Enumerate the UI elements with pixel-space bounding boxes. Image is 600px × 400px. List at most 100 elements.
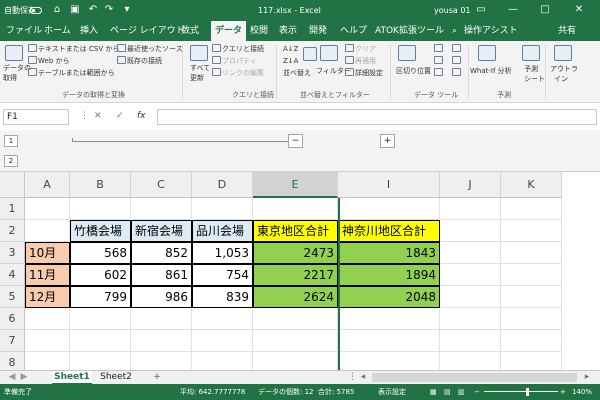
cell[interactable] xyxy=(440,352,501,370)
clear-button[interactable]: クリア xyxy=(345,44,376,54)
tab-insert[interactable]: 挿入 xyxy=(80,21,98,41)
tab-review[interactable]: 校閲 xyxy=(250,21,268,41)
data-cell[interactable]: 2624 xyxy=(253,286,338,308)
tab-developer[interactable]: 開発 xyxy=(309,21,327,41)
cell[interactable] xyxy=(70,352,131,370)
cell[interactable] xyxy=(25,198,70,220)
column-header-e[interactable]: E xyxy=(253,172,338,198)
from-web-button[interactable]: Web から xyxy=(28,56,70,66)
data-cell[interactable]: 568 xyxy=(70,242,131,264)
hscroll-right-icon[interactable]: ▸ xyxy=(582,371,592,385)
forecast-sheet-icon[interactable] xyxy=(522,45,540,61)
table-header-cell[interactable]: 竹橋会場 xyxy=(70,220,131,242)
cell[interactable] xyxy=(501,308,562,330)
outline-label-2[interactable]: イン xyxy=(554,74,568,84)
data-cell[interactable]: 2217 xyxy=(253,264,338,286)
enter-icon[interactable]: ✓ xyxy=(116,111,124,121)
existing-connections-button[interactable]: 既存の接続 xyxy=(117,56,162,66)
select-all-corner[interactable] xyxy=(0,172,25,198)
tab-formulas[interactable]: 数式 xyxy=(181,21,199,41)
column-header-i[interactable]: I xyxy=(338,172,440,198)
month-cell[interactable]: 12月 xyxy=(25,286,70,308)
data-cell[interactable]: 852 xyxy=(131,242,192,264)
home-icon[interactable]: ⌂ xyxy=(50,3,64,17)
cell[interactable] xyxy=(131,308,192,330)
cell[interactable] xyxy=(501,242,562,264)
add-sheet-button[interactable]: + xyxy=(150,371,164,385)
search-icon[interactable]: ⌕ xyxy=(452,21,457,41)
close-button[interactable]: ✕ xyxy=(572,3,586,17)
page-layout-view-icon[interactable]: ▤ xyxy=(444,384,451,400)
from-table-button[interactable]: テーブルまたは範囲から xyxy=(28,68,115,78)
cell[interactable] xyxy=(440,264,501,286)
tab-atok[interactable]: ATOK拡張ツール xyxy=(375,21,444,41)
cell[interactable] xyxy=(131,352,192,370)
cell[interactable] xyxy=(253,308,338,330)
data-validation-icon[interactable] xyxy=(434,68,444,78)
cell[interactable] xyxy=(253,330,338,352)
row-header-5[interactable]: 5 xyxy=(0,286,25,308)
undo-icon[interactable]: ↶ xyxy=(86,3,100,17)
sheet-tab-2[interactable]: Sheet2 xyxy=(95,371,137,385)
user-name[interactable]: yousa 01 xyxy=(434,5,471,16)
data-cell[interactable]: 2473 xyxy=(253,242,338,264)
sort-icon[interactable] xyxy=(303,47,317,61)
from-text-csv-button[interactable]: テキストまたは CSV から xyxy=(28,44,119,54)
insert-function-icon[interactable]: fx xyxy=(137,111,146,121)
data-cell[interactable]: 799 xyxy=(70,286,131,308)
page-break-view-icon[interactable]: ▥ xyxy=(458,384,465,400)
name-box[interactable]: F1 xyxy=(3,109,69,125)
cell[interactable] xyxy=(70,198,131,220)
redo-icon[interactable]: ↷ xyxy=(102,3,116,17)
get-data-label-2[interactable]: 取得 xyxy=(3,73,17,83)
cell[interactable] xyxy=(70,308,131,330)
cell[interactable] xyxy=(25,330,70,352)
table-header-cell[interactable]: 神奈川地区合計 xyxy=(338,220,440,242)
display-settings-button[interactable]: 表示設定 xyxy=(378,384,406,400)
properties-button[interactable]: プロパティ xyxy=(212,56,257,66)
outline-collapse-button[interactable]: − xyxy=(288,134,303,148)
cell[interactable] xyxy=(253,198,338,220)
cell[interactable] xyxy=(440,330,501,352)
cell[interactable] xyxy=(25,352,70,370)
tab-view[interactable]: 表示 xyxy=(279,21,297,41)
table-header-cell[interactable]: 品川会場 xyxy=(192,220,253,242)
ribbon-display-icon[interactable]: ▭ xyxy=(474,3,488,17)
row-header-7[interactable]: 7 xyxy=(0,330,25,352)
cell[interactable] xyxy=(25,220,70,242)
get-data-label-1[interactable]: データの xyxy=(3,63,31,73)
formula-input[interactable] xyxy=(157,109,597,125)
refresh-all-icon[interactable] xyxy=(190,45,208,61)
filter-icon[interactable] xyxy=(320,45,338,61)
save-icon[interactable]: ▣ xyxy=(68,3,82,17)
data-cell[interactable]: 986 xyxy=(131,286,192,308)
minimize-button[interactable]: — xyxy=(506,3,520,17)
row-header-6[interactable]: 6 xyxy=(0,308,25,330)
cell[interactable] xyxy=(192,352,253,370)
sort-za-icon[interactable]: Z↓A xyxy=(283,56,298,66)
cell[interactable] xyxy=(440,220,501,242)
text-to-columns-button[interactable]: 区切り位置 xyxy=(396,66,431,76)
share-button[interactable]: 共有 xyxy=(558,21,576,41)
cell[interactable] xyxy=(501,220,562,242)
cell[interactable] xyxy=(338,330,440,352)
remove-duplicates-icon[interactable] xyxy=(434,56,444,66)
data-cell[interactable]: 1894 xyxy=(338,264,440,286)
relationships-icon[interactable] xyxy=(452,56,462,66)
row-header-8[interactable]: 8 xyxy=(0,352,25,370)
cell[interactable] xyxy=(338,352,440,370)
data-cell[interactable]: 861 xyxy=(131,264,192,286)
column-header-a[interactable]: A xyxy=(25,172,70,198)
cell[interactable] xyxy=(25,308,70,330)
sheet-tab-1[interactable]: Sheet1 xyxy=(52,371,92,385)
normal-view-icon[interactable]: ▦ xyxy=(430,384,437,400)
sheet-scroll-right-icon[interactable]: ▶ xyxy=(18,371,30,385)
month-cell[interactable]: 10月 xyxy=(25,242,70,264)
cell[interactable] xyxy=(501,330,562,352)
text-to-columns-icon[interactable] xyxy=(398,45,416,61)
hscroll-left-icon[interactable]: ◂ xyxy=(358,371,368,385)
month-cell[interactable]: 11月 xyxy=(25,264,70,286)
tab-data[interactable]: データ xyxy=(211,21,247,41)
cell[interactable] xyxy=(501,286,562,308)
column-header-c[interactable]: C xyxy=(131,172,192,198)
